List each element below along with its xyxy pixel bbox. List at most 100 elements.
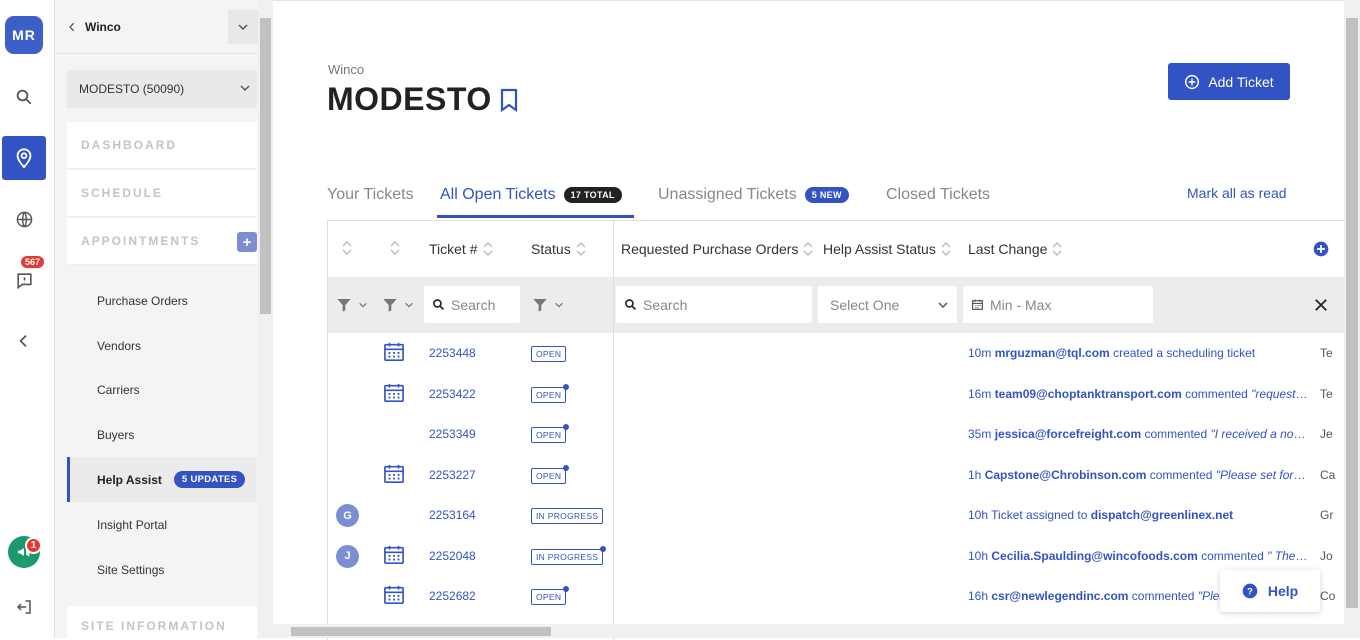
search-icon[interactable] — [2, 75, 46, 119]
last-change-text[interactable]: 16m team09@choptanktransport.com comment… — [968, 387, 1308, 401]
nav-section-appointments[interactable]: APPOINTMENTS + — [67, 218, 257, 265]
org-name: Winco — [85, 19, 121, 34]
column-header-help-assist-status[interactable]: Help Assist Status — [823, 241, 951, 257]
tab-your-tickets[interactable]: Your Tickets — [327, 186, 414, 204]
table-row[interactable]: 2253448 OPEN 10m mrguzman@tql.com created … — [328, 333, 1344, 373]
nav-item-site-settings[interactable]: Site Settings — [67, 547, 257, 592]
tab-label: Closed Tickets — [886, 186, 991, 203]
next-column-text: Co — [1320, 589, 1336, 603]
table-row[interactable]: 2253349 OPEN 35m jessica@forcefreight.com … — [328, 414, 1344, 454]
ticket-number-link[interactable]: 2253448 — [429, 346, 476, 360]
help-status-select[interactable]: Select One — [818, 286, 957, 323]
actor-email: jessica@forcefreight.com — [994, 427, 1142, 441]
globe-icon[interactable] — [2, 197, 46, 241]
back-chevron-icon[interactable] — [67, 22, 77, 32]
add-column-plus-icon[interactable] — [1313, 241, 1329, 257]
last-change-text[interactable]: 1h Capstone@Chrobinson.com commented "Pl… — [968, 468, 1308, 482]
table-row[interactable]: J 2252048 IN PROGRESS 10h Cecilia.Spaulding… — [328, 536, 1344, 576]
ticket-number-link[interactable]: 2252682 — [429, 589, 476, 603]
comment-text: " The due date" — [1267, 548, 1308, 563]
last-change-text[interactable]: 10h Cecilia.Spaulding@wincofoods.com com… — [968, 549, 1308, 563]
clear-filters-close-icon[interactable] — [1312, 286, 1336, 323]
bookmark-icon[interactable] — [500, 88, 518, 112]
calendar-icon[interactable] — [383, 545, 405, 565]
column-header-status[interactable]: Status — [531, 241, 586, 257]
nav-scrollbar-thumb[interactable] — [260, 18, 271, 314]
po-search-input[interactable]: Search — [616, 286, 812, 323]
main-content: Winco MODESTO Add Ticket Your Tickets Al… — [273, 0, 1344, 640]
nav-section-schedule[interactable]: SCHEDULE — [67, 170, 257, 217]
site-information-label: SITE INFORMATION — [81, 619, 227, 633]
status-badge: OPEN — [531, 346, 567, 362]
calendar-icon[interactable] — [383, 464, 405, 484]
nav-section-site-information[interactable]: SITE INFORMATION — [67, 606, 257, 638]
nav-item-purchase-orders[interactable]: Purchase Orders — [67, 278, 257, 323]
assignee-avatar: J — [336, 544, 359, 568]
column-header-last-change[interactable]: Last Change — [968, 241, 1062, 257]
add-ticket-button[interactable]: Add Ticket — [1168, 63, 1290, 100]
nav-item-vendors[interactable]: Vendors — [67, 323, 257, 368]
last-change-text[interactable]: 35m jessica@forcefreight.com commented "… — [968, 427, 1308, 441]
user-avatar[interactable]: MR — [5, 16, 43, 54]
filter-funnel-icon[interactable] — [380, 286, 422, 323]
nav-item-carriers[interactable]: Carriers — [67, 367, 257, 412]
last-change-text[interactable]: 10h Ticket assigned to dispatch@greenlin… — [968, 508, 1308, 522]
collapse-chevron-icon[interactable] — [2, 319, 46, 363]
calendar-icon[interactable] — [383, 585, 405, 605]
filter-funnel-icon[interactable] — [334, 286, 376, 323]
ticket-number-link[interactable]: 2253422 — [429, 387, 476, 401]
tab-unassigned-tickets[interactable]: Unassigned Tickets 5 NEW — [658, 186, 849, 204]
page-title-text: MODESTO — [327, 81, 492, 117]
table-horizontal-scrollbar-thumb[interactable] — [291, 627, 551, 636]
nav-item-help-assist[interactable]: Help Assist 5 UPDATES — [67, 457, 257, 502]
sort-icon[interactable] — [390, 241, 400, 255]
site-select[interactable]: MODESTO (50090) — [67, 70, 257, 108]
date-range-placeholder: Min - Max — [990, 296, 1052, 313]
status-label: OPEN — [536, 430, 562, 440]
ticket-number-link[interactable]: 2253349 — [429, 427, 476, 441]
calendar-icon[interactable] — [383, 342, 405, 362]
date-range-input[interactable]: Min - Max — [963, 286, 1153, 323]
sort-icon[interactable] — [342, 241, 352, 255]
ticket-search-input[interactable]: Search — [424, 286, 520, 323]
status-filter-funnel-icon[interactable] — [530, 286, 572, 323]
help-assist-label: Help Assist — [97, 472, 162, 487]
calendar-icon[interactable] — [383, 383, 405, 403]
table-horizontal-scrollbar[interactable] — [273, 624, 1344, 638]
column-label: Status — [531, 241, 571, 257]
last-change-time: 1h — [968, 467, 982, 482]
page-scrollbar-thumb[interactable] — [1346, 18, 1358, 608]
ticket-number-link[interactable]: 2253164 — [429, 508, 476, 522]
table-row[interactable]: G 2253164 IN PROGRESS 10h Ticket assigned t… — [328, 495, 1344, 535]
unread-dot — [600, 545, 607, 552]
logout-icon[interactable] — [2, 585, 46, 629]
column-header-ticket[interactable]: Ticket # — [429, 241, 493, 257]
status-badge: IN PROGRESS — [531, 545, 607, 565]
action-text: created a scheduling ticket — [1109, 346, 1256, 360]
calendar-icon — [972, 299, 983, 310]
nav-scrollbar[interactable] — [258, 0, 273, 638]
nav-item-buyers[interactable]: Buyers — [67, 412, 257, 457]
ticket-number-link[interactable]: 2253227 — [429, 468, 476, 482]
org-dropdown-chevron-icon[interactable] — [228, 10, 258, 44]
search-icon — [433, 299, 444, 310]
page-scrollbar[interactable] — [1344, 0, 1360, 638]
table-row[interactable]: 2253227 OPEN 1h Capstone@Chrobinson.com co… — [328, 455, 1344, 495]
action-text: Ticket assigned to — [991, 508, 1091, 522]
column-header-requested-po[interactable]: Requested Purchase Orders — [621, 241, 813, 257]
location-pin-icon[interactable] — [2, 136, 46, 180]
help-button[interactable]: ? Help — [1220, 570, 1320, 612]
tab-closed-tickets[interactable]: Closed Tickets — [886, 186, 990, 204]
nav-item-insight-portal[interactable]: Insight Portal — [67, 502, 257, 547]
table-row[interactable]: 2252682 OPEN 16h csr@newlegendinc.com comm… — [328, 576, 1344, 616]
tab-all-open-tickets[interactable]: All Open Tickets 17 TOTAL — [440, 186, 622, 204]
nav-section-dashboard[interactable]: DASHBOARD — [67, 122, 257, 169]
last-change-text[interactable]: 10m mrguzman@tql.com created a schedulin… — [968, 346, 1308, 360]
add-appointment-plus-icon[interactable]: + — [237, 232, 257, 252]
ticket-number-link[interactable]: 2252048 — [429, 549, 476, 563]
sort-icon — [576, 242, 586, 256]
table-row[interactable]: 2253422 OPEN 16m team09@choptanktransport.… — [328, 374, 1344, 414]
mark-all-read-link[interactable]: Mark all as read — [1187, 185, 1287, 201]
sort-icon — [1052, 242, 1062, 256]
last-change-time: 16h — [968, 589, 989, 603]
